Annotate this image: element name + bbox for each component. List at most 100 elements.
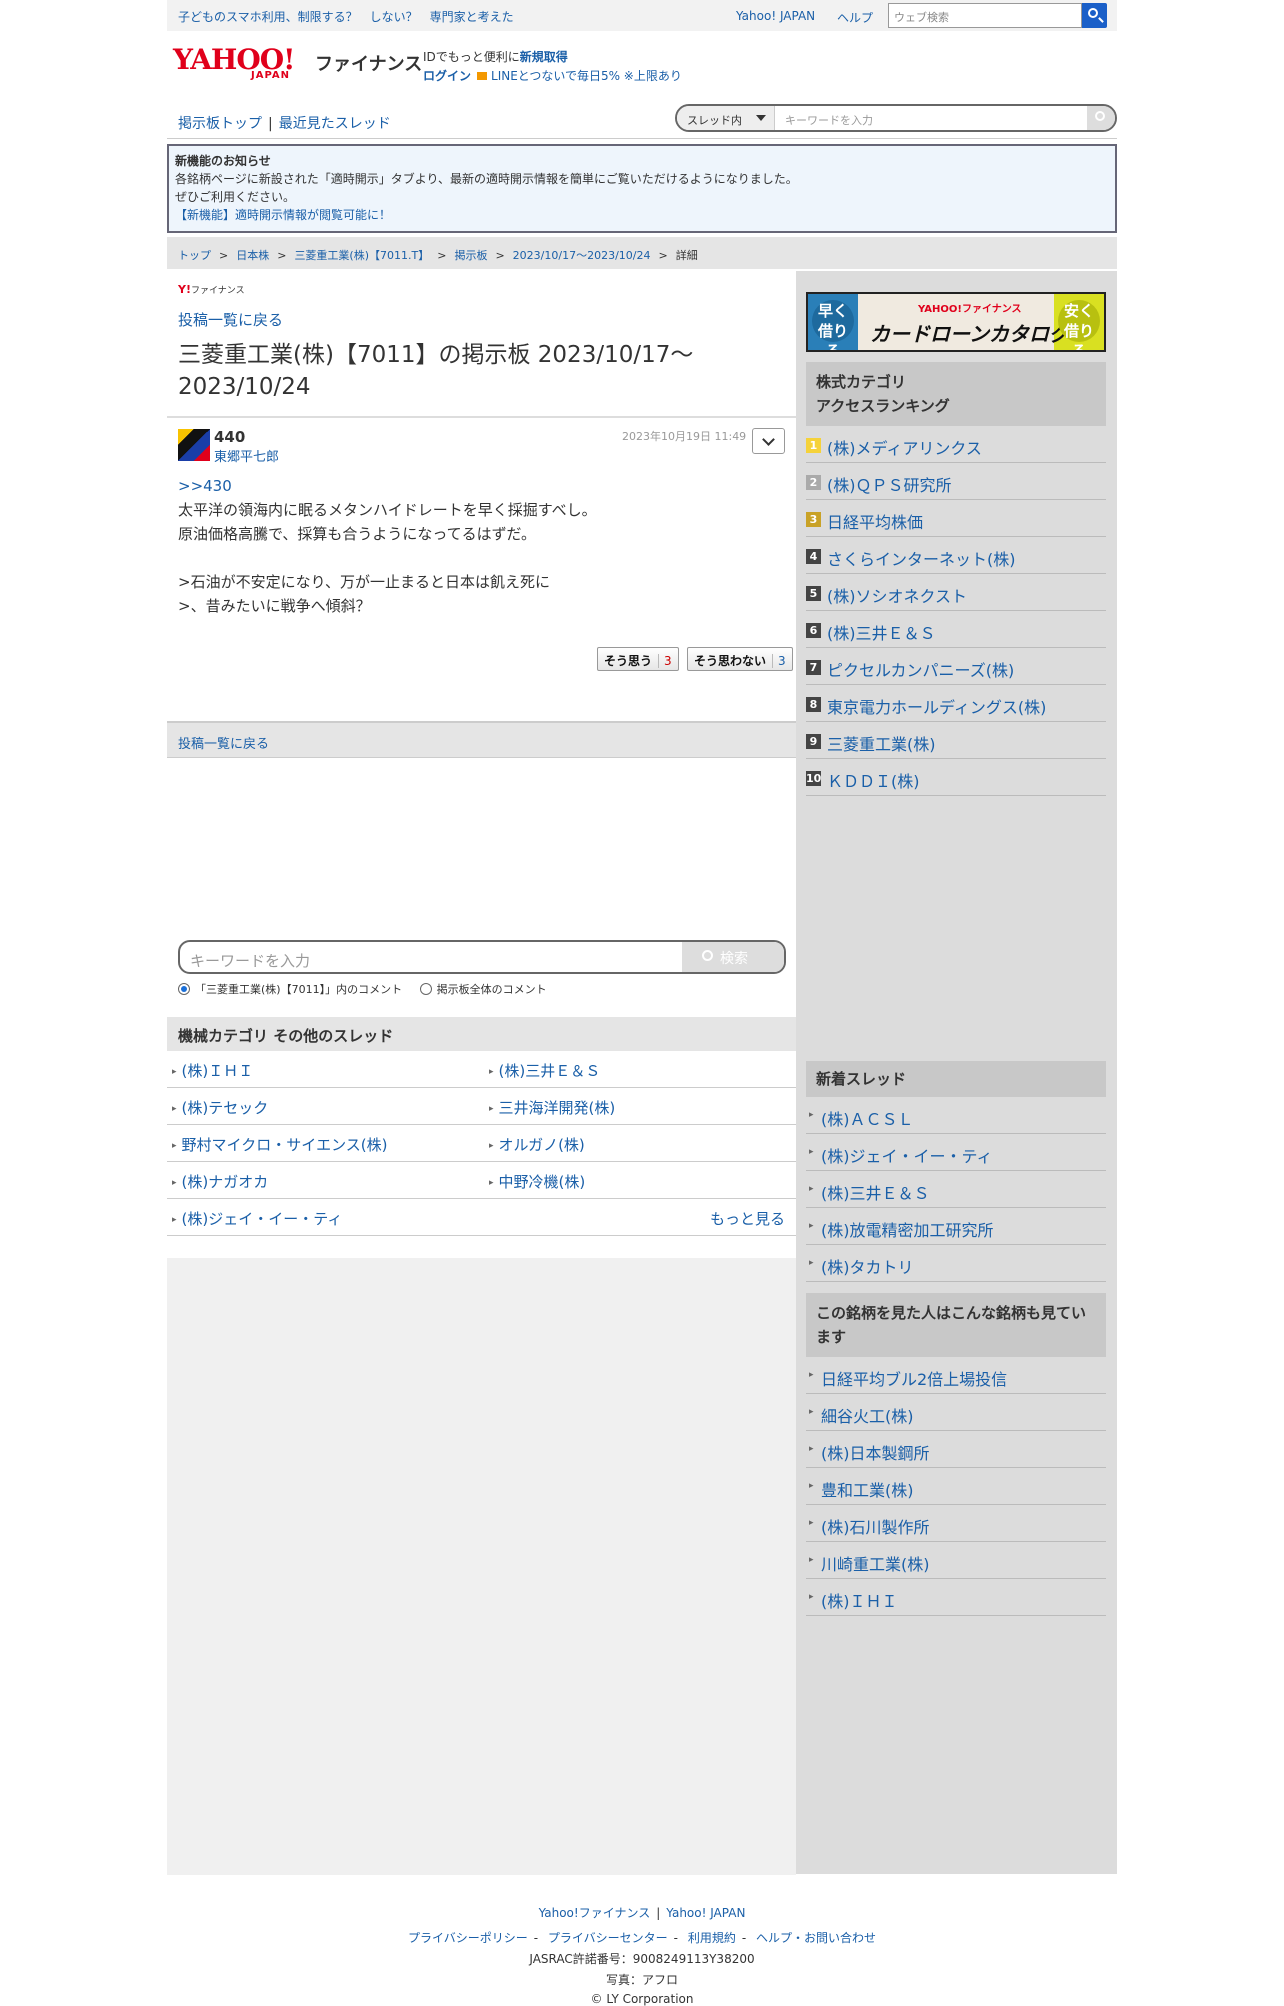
notice-line1: 各銘柄ページに新設された「適時開示」タブより、最新の適時開示情報を簡単にご覧いた… bbox=[175, 172, 798, 186]
back-to-list-link-2[interactable]: 投稿一覧に戻る bbox=[178, 733, 269, 752]
ranking-link[interactable]: ＫＤＤＩ(株) bbox=[827, 768, 920, 792]
ranking-item: 5 (株)ソシオネクスト bbox=[806, 574, 1106, 611]
web-search-button[interactable] bbox=[1082, 3, 1107, 28]
recent-threads-link[interactable]: 最近見たスレッド bbox=[279, 116, 391, 132]
terms-link[interactable]: 利用規約 bbox=[688, 1931, 736, 1945]
ranking-link[interactable]: さくらインターネット(株) bbox=[827, 546, 1016, 570]
thread-link[interactable]: 野村マイクロ・サイエンス(株) bbox=[172, 1134, 388, 1155]
line-promo-link[interactable]: LINEとつないで毎日5% ※上限あり bbox=[491, 69, 682, 83]
ranking-item: 10 ＫＤＤＩ(株) bbox=[806, 759, 1106, 796]
post-user-link[interactable]: 東郷平七郎 bbox=[214, 446, 279, 465]
page-title: 三菱重工業(株)【7011】の掲示板 2023/10/17〜2023/10/24 bbox=[178, 342, 694, 400]
board-top-link[interactable]: 掲示板トップ bbox=[178, 116, 262, 132]
thread-keyword-input[interactable]: キーワードを入力 bbox=[785, 112, 873, 128]
thread-link[interactable]: (株)テセック bbox=[172, 1097, 269, 1118]
thread-link[interactable]: (株)ジェイ・イー・ティ bbox=[172, 1208, 343, 1229]
ranking-link[interactable]: (株)ＱＰＳ研究所 bbox=[827, 472, 952, 496]
thread-link[interactable]: 中野冷機(株) bbox=[489, 1171, 586, 1192]
radio-all[interactable] bbox=[419, 983, 432, 995]
also-viewed-link[interactable]: (株)日本製鋼所 bbox=[809, 1440, 929, 1464]
also-viewed-link[interactable]: (株)ＩＨＩ bbox=[809, 1588, 897, 1612]
post-menu-button[interactable] bbox=[752, 428, 785, 454]
also-viewed-link[interactable]: 川崎重工業(株) bbox=[809, 1551, 929, 1575]
thread-search-button[interactable] bbox=[1087, 106, 1115, 130]
notice-link[interactable]: 【新機能】適時開示情報が閲覧可能に！ bbox=[175, 206, 1109, 224]
new-threads-box: 新着スレッド (株)ＡＣＳＬ (株)ジェイ・イー・ティ (株)三井Ｅ＆Ｓ (株)放電精… bbox=[806, 1061, 1106, 1282]
privacy-center-link[interactable]: プライバシーセンター bbox=[548, 1931, 668, 1945]
ranking-title: 株式カテゴリ アクセスランキング bbox=[806, 362, 1106, 426]
agree-button[interactable]: そう思う 3 bbox=[597, 647, 679, 671]
new-thread-link[interactable]: (株)タカトリ bbox=[809, 1254, 913, 1278]
disagree-button[interactable]: そう思わない 3 bbox=[687, 647, 793, 671]
notice-title: 新機能のお知らせ bbox=[175, 154, 271, 168]
yahoo-finance-logo[interactable]: YAHOO! JAPAN ファイナンス bbox=[173, 46, 422, 82]
also-viewed-link[interactable]: 日経平均ブル2倍上場投信 bbox=[809, 1366, 1007, 1390]
ranking-link[interactable]: (株)メディアリンクス bbox=[827, 435, 982, 459]
yahoo-japan-link[interactable]: Yahoo! JAPAN bbox=[736, 9, 815, 23]
caret-down-icon bbox=[756, 115, 766, 121]
rank-badge: 2 bbox=[806, 475, 821, 490]
ranking-link[interactable]: 日経平均株価 bbox=[827, 509, 923, 533]
also-viewed-link[interactable]: 豊和工業(株) bbox=[809, 1477, 913, 1501]
list-item: (株)日本製鋼所 bbox=[806, 1431, 1106, 1468]
keyword-search-button[interactable]: 検索 bbox=[682, 942, 784, 972]
thread-link[interactable]: (株)ナガオカ bbox=[172, 1171, 269, 1192]
thread-link[interactable]: オルガノ(株) bbox=[489, 1134, 585, 1155]
keyword-input[interactable]: キーワードを入力 bbox=[190, 950, 310, 971]
ranking-item: 8 東京電力ホールディングス(株) bbox=[806, 685, 1106, 722]
rank-badge: 9 bbox=[806, 734, 821, 749]
rank-badge: 8 bbox=[806, 697, 821, 712]
footer-yf-link[interactable]: Yahoo!ファイナンス bbox=[539, 1906, 651, 1920]
list-item: (株)ＩＨＩ bbox=[806, 1579, 1106, 1616]
new-thread-link[interactable]: (株)ジェイ・イー・ティ bbox=[809, 1143, 992, 1167]
scope-select[interactable]: スレッド内 bbox=[677, 106, 775, 130]
thread-link[interactable]: (株)三井Ｅ＆Ｓ bbox=[489, 1060, 601, 1081]
new-thread-link[interactable]: (株)ＡＣＳＬ bbox=[809, 1106, 913, 1130]
list-item: 豊和工業(株) bbox=[806, 1468, 1106, 1505]
new-thread-link[interactable]: (株)放電精密加工研究所 bbox=[809, 1217, 993, 1241]
ranking-link[interactable]: 東京電力ホールディングス(株) bbox=[827, 694, 1046, 718]
avatar[interactable] bbox=[178, 429, 210, 461]
reply-link[interactable]: >>430 bbox=[178, 477, 232, 495]
web-search-input[interactable]: ウェブ検索 bbox=[888, 3, 1082, 28]
also-viewed-link[interactable]: 細谷火工(株) bbox=[809, 1403, 913, 1427]
ranking-link[interactable]: 三菱重工業(株) bbox=[827, 731, 936, 755]
crumb-period[interactable]: 2023/10/17〜2023/10/24 bbox=[513, 249, 651, 262]
crumb-jp-stocks[interactable]: 日本株 bbox=[236, 249, 269, 262]
divider bbox=[167, 416, 796, 418]
crumb-top[interactable]: トップ bbox=[178, 249, 211, 262]
board-nav: 掲示板トップ | 最近見たスレッド bbox=[178, 116, 391, 132]
rank-badge: 6 bbox=[806, 623, 821, 638]
thread-link[interactable]: 三井海洋開発(株) bbox=[489, 1097, 616, 1118]
agree-count: 3 bbox=[658, 654, 672, 668]
list-item: 細谷火工(株) bbox=[806, 1394, 1106, 1431]
sidebar: 早く借りる YAHOO!ファイナンス カードローンカタログ 安く借りる 株式カテ… bbox=[796, 271, 1117, 1874]
radio-thread[interactable] bbox=[178, 983, 190, 995]
more-link[interactable]: もっと見る bbox=[710, 1208, 785, 1229]
promo-link[interactable]: 子どものスマホ利用、制限する？ しない？ 専門家と考えた bbox=[178, 8, 514, 25]
signup-link[interactable]: 新規取得 bbox=[520, 50, 568, 64]
back-to-list-link[interactable]: 投稿一覧に戻る bbox=[178, 309, 283, 330]
new-thread-link[interactable]: (株)三井Ｅ＆Ｓ bbox=[809, 1180, 929, 1204]
privacy-policy-link[interactable]: プライバシーポリシー bbox=[408, 1931, 528, 1945]
thread-link[interactable]: (株)ＩＨＩ bbox=[172, 1060, 254, 1081]
list-item: (株)ＡＣＳＬ bbox=[806, 1097, 1106, 1134]
login-link[interactable]: ログイン bbox=[423, 69, 471, 83]
help-link[interactable]: ヘルプ bbox=[837, 9, 873, 26]
new-threads-list: (株)ＡＣＳＬ (株)ジェイ・イー・ティ (株)三井Ｅ＆Ｓ (株)放電精密加工研究所 (… bbox=[806, 1097, 1106, 1282]
help-contact-link[interactable]: ヘルプ・お問い合わせ bbox=[756, 1931, 876, 1945]
ranking-link[interactable]: (株)三井Ｅ＆Ｓ bbox=[827, 620, 936, 644]
ranking-list: 1 (株)メディアリンクス 2 (株)ＱＰＳ研究所 3 日経平均株価 4 さくらインターネット… bbox=[806, 426, 1106, 796]
card-loan-banner[interactable]: 早く借りる YAHOO!ファイナンス カードローンカタログ 安く借りる bbox=[806, 292, 1106, 352]
also-viewed-link[interactable]: (株)石川製作所 bbox=[809, 1514, 929, 1538]
table-row: (株)ＩＨＩ (株)三井Ｅ＆Ｓ bbox=[167, 1051, 796, 1088]
ranking-link[interactable]: ピクセルカンパニーズ(株) bbox=[827, 657, 1014, 681]
search-icon bbox=[1088, 8, 1098, 18]
footer-yj-link[interactable]: Yahoo! JAPAN bbox=[666, 1906, 745, 1920]
crumb-board[interactable]: 掲示板 bbox=[454, 249, 487, 262]
ranking-link[interactable]: (株)ソシオネクスト bbox=[827, 583, 967, 607]
category-threads: (株)ＩＨＩ (株)三井Ｅ＆Ｓ (株)テセック 三井海洋開発(株) 野村マイクロ・サ… bbox=[167, 1051, 796, 1236]
category-header: 機械カテゴリ その他のスレッド bbox=[167, 1017, 796, 1051]
ranking-item: 3 日経平均株価 bbox=[806, 500, 1106, 537]
crumb-stock[interactable]: 三菱重工業(株)【7011.T】 bbox=[294, 249, 429, 262]
